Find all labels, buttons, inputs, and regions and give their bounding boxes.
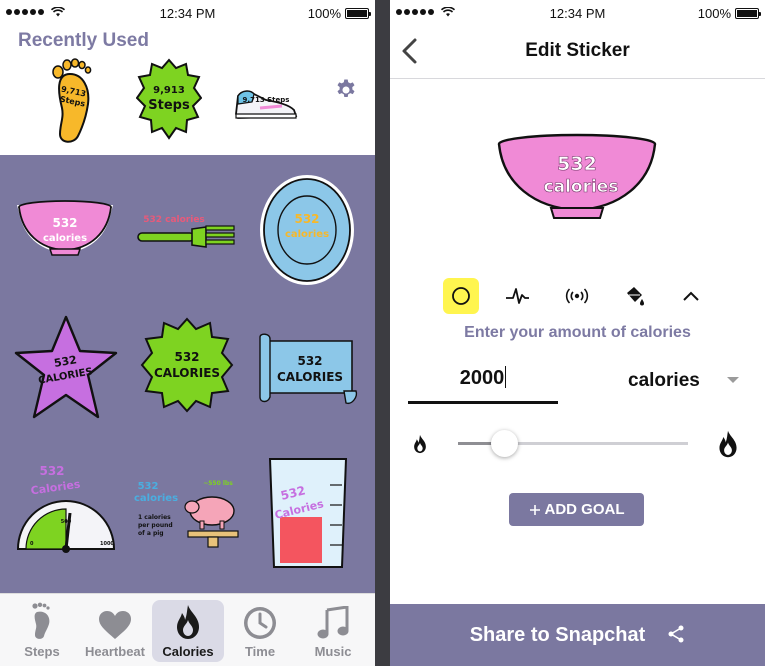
sticker-pig-weight: ~550 lbs (203, 480, 233, 487)
screen-divider (375, 0, 390, 666)
tab-bar: Steps Heartbeat Calories Time Music (0, 593, 375, 666)
broadcast-icon (565, 288, 589, 304)
add-goal-button[interactable]: ADD GOAL (509, 493, 644, 526)
sticker-pig[interactable]: 532 calories 1 calories per pound of a p… (134, 477, 242, 551)
page-title: Edit Sticker (525, 40, 630, 61)
footprint-icon (32, 602, 50, 639)
large-flame-icon (719, 430, 737, 458)
sticker-scroll[interactable]: 532 CALORIES (256, 331, 360, 411)
recent-badge-line2: Steps (148, 98, 190, 113)
pulse-icon (506, 288, 529, 304)
amount-input[interactable]: 2000 (408, 363, 558, 404)
app-screens: 12:34 PM 100% Recently Used 9,713 Steps … (0, 0, 765, 666)
sticker-gauge-line2: Calories (30, 478, 82, 498)
tool-animation[interactable] (500, 278, 536, 314)
preview-line2: calories (544, 177, 619, 197)
plus-icon (529, 504, 540, 515)
sticker-gauge-tick-low: 0 (30, 541, 34, 547)
tab-heartbeat-label: Heartbeat (85, 644, 145, 659)
sticker-bowl[interactable]: 532 calories (14, 195, 116, 261)
sticker-plate-line2: calories (285, 229, 329, 240)
sticker-plate-line1: 532 (294, 212, 319, 226)
preview-line1: 532 (557, 153, 597, 175)
sticker-scroll-line1: 532 (297, 354, 322, 368)
tab-calories[interactable]: Calories (152, 600, 224, 662)
music-note-icon (317, 606, 349, 639)
sticker-pig-line2: calories (134, 493, 178, 504)
sticker-scroll-line2: CALORIES (277, 370, 343, 384)
sticker-fork-text: 532 calories (143, 215, 205, 225)
slider-thumb[interactable] (490, 430, 518, 457)
tool-sticker-style[interactable] (443, 278, 479, 314)
dropdown-caret-icon[interactable] (727, 377, 739, 383)
chevron-up-icon (683, 291, 699, 301)
amount-prompt: Enter your amount of calories (464, 324, 691, 341)
edit-sticker-screen: 12:34 PM 100% Edit Sticker 532 calories (390, 0, 765, 666)
sticker-badge-line1: 532 (174, 350, 199, 364)
tab-calories-label: Calories (162, 644, 214, 659)
sticker-beaker[interactable]: 532 Calories (264, 455, 352, 573)
tab-music[interactable]: Music (297, 600, 369, 662)
recent-foot-sticker[interactable]: 9,713 Steps (50, 56, 94, 144)
sticker-fork[interactable]: 532 calories (134, 209, 240, 253)
clock-icon (244, 607, 276, 639)
sticker-bowl-line1: 532 (52, 216, 77, 230)
small-flame-icon (414, 434, 426, 454)
recent-shoe-sticker[interactable]: 9,713 Steps (232, 84, 300, 122)
battery-percent: 100% (307, 6, 341, 21)
sticker-star[interactable]: 532 CALORIES (12, 313, 120, 423)
sticker-grid: 532 calories 532 calories 532 calories 5… (0, 155, 375, 593)
share-to-snapchat-button[interactable]: Share to Snapchat (390, 604, 765, 666)
settings-gear-icon[interactable] (334, 78, 358, 102)
add-goal-label: ADD GOAL (544, 501, 625, 518)
sticker-pig-desc1: 1 calories (138, 514, 171, 521)
circle-icon (452, 287, 470, 305)
tool-broadcast[interactable] (559, 278, 595, 314)
sticker-pig-desc2: per pound (138, 522, 173, 529)
sticker-plate[interactable]: 532 calories (258, 173, 356, 287)
status-bar: 12:34 PM 100% (0, 0, 375, 26)
sticker-badge[interactable]: 532 CALORIES (138, 315, 236, 415)
sticker-tool-row (390, 278, 765, 314)
tool-fill-color[interactable] (616, 278, 652, 314)
sticker-preview-bowl[interactable]: 532 calories (495, 132, 659, 222)
text-caret (505, 366, 507, 388)
flame-icon (177, 605, 199, 639)
recent-badge-sticker[interactable]: 9,913 Steps (136, 58, 202, 142)
paint-bucket-icon (627, 287, 644, 306)
tab-steps-label: Steps (24, 644, 60, 659)
sticker-picker-screen: 12:34 PM 100% Recently Used 9,713 Steps … (0, 0, 375, 666)
tab-time-label: Time (244, 644, 276, 659)
heart-icon (99, 611, 131, 639)
battery-percent: 100% (697, 6, 731, 21)
unit-select[interactable]: calories (628, 370, 700, 392)
amount-slider[interactable] (458, 430, 688, 457)
sticker-bowl-line2: calories (43, 233, 87, 244)
battery-icon (735, 8, 761, 19)
recent-badge-line1: 9,913 (153, 85, 185, 96)
sticker-gauge[interactable]: 532 Calories 0 500 1000 (14, 453, 118, 557)
sticker-pig-line1: 532 (138, 481, 159, 492)
sticker-gauge-tick-high: 1000 (100, 541, 114, 547)
sticker-gauge-tick-mid: 500 (61, 519, 72, 525)
sticker-pig-desc3: of a pig (138, 530, 164, 537)
recent-shoe-text: 9,713 Steps (243, 96, 290, 104)
share-icon (668, 625, 684, 643)
tool-collapse[interactable] (673, 278, 709, 314)
tab-steps[interactable]: Steps (6, 600, 78, 662)
amount-value: 2000 (459, 367, 505, 389)
tab-heartbeat[interactable]: Heartbeat (79, 600, 151, 662)
status-bar: 12:34 PM 100% (390, 0, 765, 26)
sticker-gauge-line1: 532 (39, 464, 64, 478)
tab-music-label: Music (314, 644, 352, 659)
tab-time[interactable]: Time (224, 600, 296, 662)
recently-used-title: Recently Used (18, 30, 149, 51)
sticker-badge-line2: CALORIES (154, 366, 220, 380)
battery-icon (345, 8, 371, 19)
nav-bar: Edit Sticker (390, 26, 765, 79)
